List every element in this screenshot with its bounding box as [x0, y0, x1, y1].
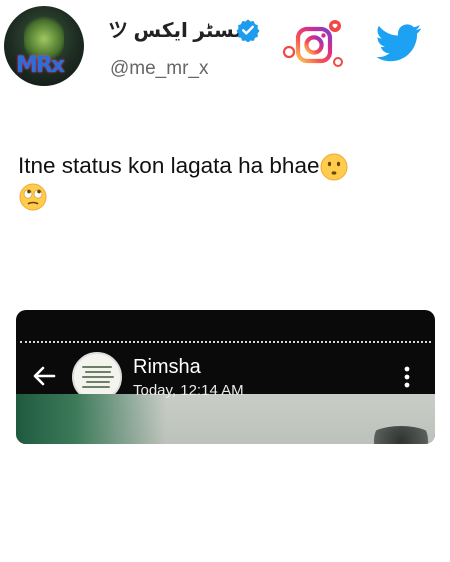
whatsapp-status-card[interactable]: Rimsha Today, 12:14 AM	[16, 310, 435, 444]
verified-badge-icon	[236, 19, 260, 42]
tweet-text: Itne status kon lagata ha bhae	[18, 152, 438, 182]
twitter-bird-icon[interactable]	[376, 24, 422, 62]
status-image	[16, 394, 435, 444]
avatar-monogram: MRx	[16, 53, 65, 78]
status-progress-dots	[20, 341, 431, 343]
tweet-body: Itne status kon lagata ha bhae	[18, 153, 320, 178]
instagram-logo-icon[interactable]	[283, 18, 343, 70]
emoji-line	[18, 182, 48, 212]
eye-roll-emoji	[19, 183, 47, 211]
back-arrow-icon[interactable]	[30, 362, 58, 390]
status-timestamp: Today, 12:14 AM	[133, 382, 244, 399]
profile-avatar[interactable]: MRx	[4, 6, 84, 86]
status-image-dark-shape	[366, 426, 435, 444]
more-vert-icon[interactable]	[404, 365, 410, 389]
status-image-green-area	[16, 394, 166, 444]
hushed-face-emoji	[320, 153, 348, 181]
display-name[interactable]: مسٹر ایکس ツ	[108, 14, 247, 43]
contact-name: Rimsha	[133, 356, 201, 378]
user-handle[interactable]: @me_mr_x	[110, 58, 208, 80]
